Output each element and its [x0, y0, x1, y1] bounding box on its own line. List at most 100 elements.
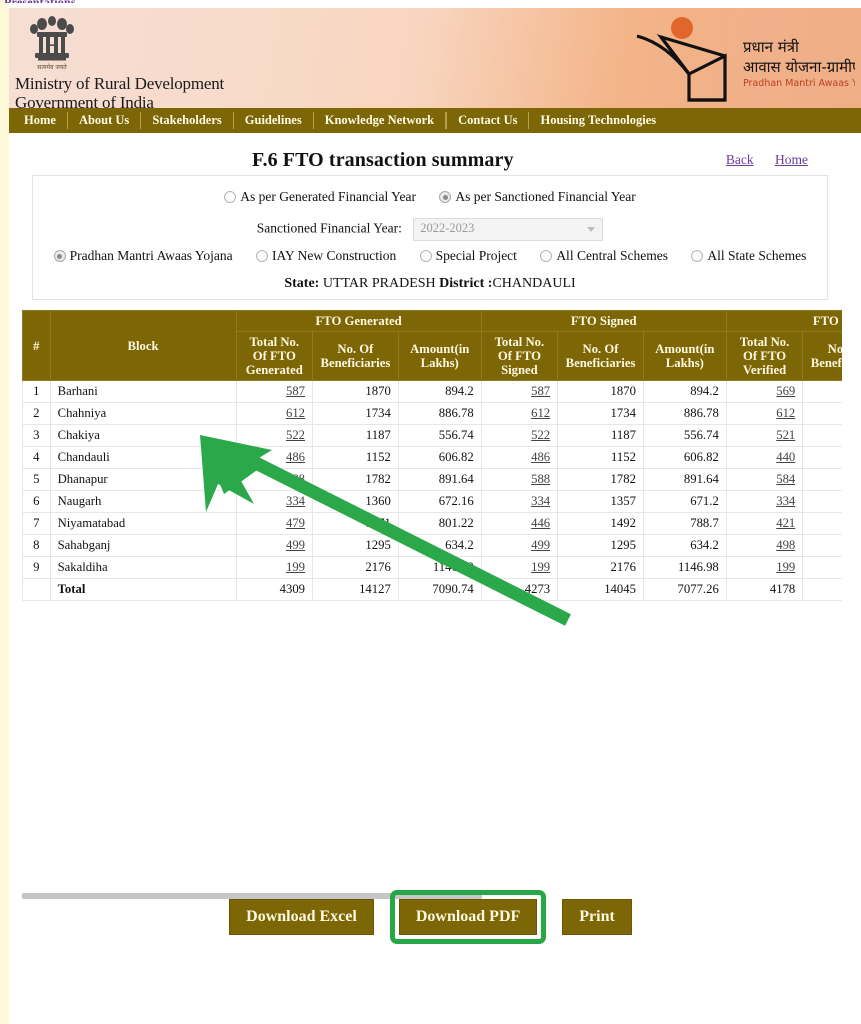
download-excel-button[interactable]: Download Excel — [229, 899, 374, 935]
row-block: Sakaldiha — [49, 556, 237, 579]
nav-item-stakeholders[interactable]: Stakeholders — [141, 110, 232, 131]
radio-as-per-sanctioned-fy[interactable]: As per Sanctioned Financial Year — [439, 189, 636, 204]
radio-special-project[interactable]: Special Project — [419, 248, 521, 263]
row-gen-total-fto-link[interactable]: 199 — [286, 560, 305, 574]
row-ver-total-fto-link[interactable]: 199 — [776, 560, 795, 574]
presentations-link[interactable]: Presentations — [4, 0, 76, 3]
row-gen-total-fto-link[interactable]: 486 — [286, 450, 305, 464]
row-ver-total-fto-link[interactable]: 569 — [776, 384, 795, 398]
row-gen-total-fto[interactable]: 522 — [235, 424, 314, 447]
row-ver-total-fto[interactable]: 569 — [725, 380, 804, 403]
radio-label: Special Project — [435, 248, 517, 263]
row-ver-total-fto[interactable]: 421 — [725, 512, 804, 535]
row-gen-total-fto-link[interactable]: 587 — [286, 384, 305, 398]
row-sign-total-fto-link[interactable]: 588 — [531, 472, 550, 486]
print-button[interactable]: Print — [562, 899, 632, 935]
row-sign-total-fto-link[interactable]: 499 — [531, 538, 550, 552]
row-sign-total-fto[interactable]: 199 — [480, 556, 559, 579]
row-ver-total-fto[interactable]: 584 — [725, 468, 804, 491]
radio-icon[interactable] — [419, 250, 432, 262]
row-sign-total-fto[interactable]: 486 — [480, 446, 559, 469]
row-ver-total-fto[interactable]: 334 — [725, 490, 804, 513]
nav-item-knowledge-network[interactable]: Knowledge Network — [314, 110, 445, 131]
nav-item-home[interactable]: Home — [13, 110, 67, 131]
row-sign-amount: 886.78 — [642, 402, 727, 425]
total-sign-total-fto: 4273 — [480, 578, 559, 601]
row-sign-total-fto[interactable]: 334 — [480, 490, 559, 513]
page-root: Presentations सत्यमेव जयते Minist — [0, 0, 861, 1024]
back-link[interactable]: Back — [726, 152, 754, 167]
row-gen-total-fto[interactable]: 486 — [235, 446, 314, 469]
home-link[interactable]: Home — [775, 152, 808, 167]
row-ver-total-fto[interactable]: 199 — [725, 556, 804, 579]
row-sign-total-fto[interactable]: 612 — [480, 402, 559, 425]
download-pdf-button[interactable]: Download PDF — [398, 899, 538, 935]
row-ver-beneficiaries: 1734 — [802, 402, 842, 425]
row-sign-total-fto-link[interactable]: 334 — [531, 494, 550, 508]
radio-label: Pradhan Mantri Awaas Yojana — [69, 248, 233, 263]
row-gen-total-fto-link[interactable]: 334 — [286, 494, 305, 508]
row-ver-total-fto-link[interactable]: 521 — [776, 428, 795, 442]
row-sign-beneficiaries: 1492 — [557, 512, 644, 535]
row-sign-total-fto[interactable]: 446 — [480, 512, 559, 535]
row-sign-total-fto[interactable]: 587 — [480, 380, 559, 403]
row-gen-total-fto[interactable]: 587 — [235, 380, 314, 403]
row-ver-total-fto[interactable]: 612 — [725, 402, 804, 425]
row-ver-total-fto-link[interactable]: 421 — [776, 516, 795, 530]
nav-item-contact-us[interactable]: Contact Us — [447, 110, 528, 131]
row-index: 1 — [22, 380, 51, 403]
radio-all-state-schemes[interactable]: All State Schemes — [691, 248, 806, 263]
row-sign-total-fto-link[interactable]: 522 — [531, 428, 550, 442]
row-gen-total-fto[interactable]: 499 — [235, 534, 314, 557]
radio-all-central-schemes[interactable]: All Central Schemes — [540, 248, 671, 263]
row-sign-total-fto-link[interactable]: 587 — [531, 384, 550, 398]
nav-item-guidelines[interactable]: Guidelines — [234, 110, 313, 131]
row-ver-total-fto-link[interactable]: 334 — [776, 494, 795, 508]
radio-icon-selected[interactable] — [53, 250, 66, 262]
group-fto-signed: FTO Signed — [480, 310, 727, 332]
row-gen-total-fto[interactable]: 199 — [235, 556, 314, 579]
row-sign-total-fto[interactable]: 588 — [480, 468, 559, 491]
radio-icon[interactable] — [255, 250, 268, 262]
radio-label: All State Schemes — [707, 248, 807, 263]
row-ver-total-fto[interactable]: 498 — [725, 534, 804, 557]
row-gen-total-fto[interactable]: 588 — [235, 468, 314, 491]
total-block: Total — [49, 578, 237, 601]
row-gen-total-fto[interactable]: 479 — [235, 512, 314, 535]
row-ver-total-fto-link[interactable]: 584 — [776, 472, 795, 486]
row-ver-total-fto-link[interactable]: 498 — [776, 538, 795, 552]
row-gen-total-fto-link[interactable]: 522 — [286, 428, 305, 442]
row-sign-total-fto-link[interactable]: 446 — [531, 516, 550, 530]
logo-english-line: Pradhan Mantri Awaas Yojana-Gramin — [743, 78, 855, 89]
row-gen-beneficiaries: 1870 — [312, 380, 399, 403]
row-gen-total-fto-link[interactable]: 612 — [286, 406, 305, 420]
row-sign-total-fto[interactable]: 522 — [480, 424, 559, 447]
radio-iay-new-construction[interactable]: IAY New Construction — [255, 248, 400, 263]
radio-icon[interactable] — [540, 250, 553, 262]
row-gen-total-fto[interactable]: 334 — [235, 490, 314, 513]
nav-item-housing-technologies[interactable]: Housing Technologies — [529, 110, 667, 131]
row-gen-total-fto-link[interactable]: 588 — [286, 472, 305, 486]
row-sign-total-fto[interactable]: 499 — [480, 534, 559, 557]
total-ver-beneficiaries: 13803 — [802, 578, 842, 601]
main-navigation[interactable]: Home About Us Stakeholders Guidelines Kn… — [9, 108, 861, 133]
row-gen-total-fto[interactable]: 612 — [235, 402, 314, 425]
row-ver-total-fto[interactable]: 521 — [725, 424, 804, 447]
row-sign-total-fto-link[interactable]: 199 — [531, 560, 550, 574]
row-sign-total-fto-link[interactable]: 612 — [531, 406, 550, 420]
sanctioned-fy-select[interactable]: 2022-2023 — [413, 218, 604, 241]
row-ver-total-fto[interactable]: 440 — [725, 446, 804, 469]
row-gen-total-fto-link[interactable]: 499 — [286, 538, 305, 552]
nav-item-about-us[interactable]: About Us — [68, 110, 140, 131]
row-gen-total-fto-link[interactable]: 479 — [286, 516, 305, 530]
row-ver-total-fto-link[interactable]: 440 — [776, 450, 795, 464]
row-gen-amount: 1146.98 — [397, 556, 482, 579]
radio-icon[interactable] — [224, 191, 237, 203]
radio-pradhan-mantri-awaas-yojana[interactable]: Pradhan Mantri Awaas Yojana — [53, 248, 236, 263]
radio-icon-selected[interactable] — [439, 191, 452, 203]
radio-icon[interactable] — [691, 250, 704, 262]
row-gen-amount: 886.78 — [397, 402, 482, 425]
row-ver-total-fto-link[interactable]: 612 — [776, 406, 795, 420]
row-sign-total-fto-link[interactable]: 486 — [531, 450, 550, 464]
radio-as-per-generated-fy[interactable]: As per Generated Financial Year — [224, 189, 419, 204]
